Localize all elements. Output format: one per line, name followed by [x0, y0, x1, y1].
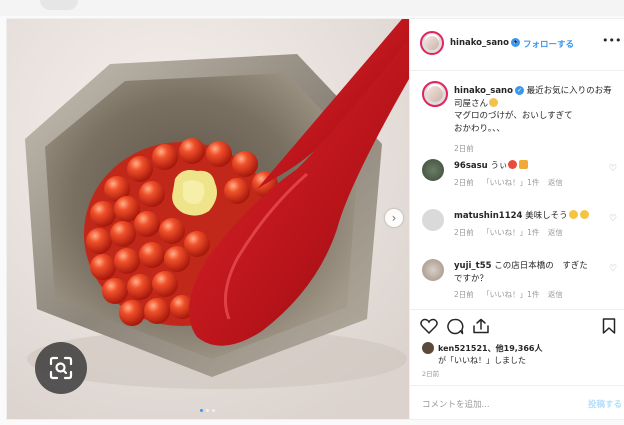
comment-meta: 2日前 「いいね！」1件 返信: [454, 289, 563, 300]
page: › hinako_sano ✓ • フォローする ••• hinako_sano ✓…: [0, 0, 624, 425]
comment-bubble-icon[interactable]: [446, 318, 464, 335]
visual-search-button[interactable]: [35, 342, 87, 394]
comment-avatar[interactable]: [422, 159, 444, 181]
reply-button[interactable]: 返信: [548, 290, 563, 299]
smile-emoji-icon: [579, 210, 589, 219]
comment-text: matushin1124 美味しそう: [454, 210, 604, 223]
comment-input[interactable]: コメントを追加...: [422, 398, 490, 410]
comment-body: うぃ: [490, 161, 508, 171]
comments-section: hinako_sano ✓ 最近お気に入りのお寿司屋さん マグロのづけが、おいしす…: [410, 71, 624, 309]
comment-username[interactable]: 96sasu: [454, 161, 488, 171]
comment-likes[interactable]: 「いいね！」1件: [482, 228, 539, 237]
comment-likes[interactable]: 「いいね！」1件: [482, 290, 539, 299]
author-username-text[interactable]: hinako_sano: [450, 38, 509, 48]
liker-avatar[interactable]: [422, 342, 434, 354]
post-comment-button[interactable]: 投稿する: [588, 398, 622, 410]
top-ghost-button[interactable]: [40, 0, 78, 10]
browser-top-strip: [0, 0, 624, 16]
next-image-chevron-icon[interactable]: ›: [385, 209, 403, 227]
comment-time[interactable]: 2日前: [454, 290, 474, 299]
more-dots-icon[interactable]: •••: [602, 34, 621, 47]
comment-text: yuji_t55 この店日本橋の すぎた ですか？: [454, 260, 604, 285]
like-heart-icon[interactable]: [420, 318, 438, 334]
likes-line2: が「いいね！」しました: [438, 356, 526, 365]
comment-text: 96sasu うぃ: [454, 160, 604, 173]
caption-avatar[interactable]: [422, 81, 448, 107]
comment-body: 美味しそう: [525, 211, 568, 221]
share-icon[interactable]: [472, 318, 490, 334]
bell-emoji-icon: [519, 160, 529, 169]
header-separator: •: [513, 38, 519, 48]
follow-button[interactable]: フォローする: [523, 38, 574, 50]
post-image[interactable]: ›: [7, 19, 409, 419]
comment-meta: 2日前 「いいね！」1件 返信: [454, 227, 563, 238]
comment-meta: 2日前 「いいね！」1件 返信: [454, 177, 563, 188]
post-side-panel: hinako_sano ✓ • フォローする ••• hinako_sano ✓ 最…: [409, 19, 624, 419]
comment-username[interactable]: matushin1124: [454, 211, 522, 221]
likes-count[interactable]: 、他19,366人: [488, 344, 543, 353]
liker-username[interactable]: ken521521: [438, 344, 488, 353]
caption: hinako_sano ✓ 最近お気に入りのお寿司屋さん マグロのづけが、おいしす…: [454, 85, 620, 135]
reply-button[interactable]: 返信: [548, 178, 563, 187]
carousel-dot: [200, 409, 203, 412]
carousel-dot: [212, 409, 215, 412]
likes-line1: ken521521、他19,366人: [438, 343, 543, 354]
caption-username[interactable]: hinako_sano: [454, 86, 513, 96]
comment-time[interactable]: 2日前: [454, 228, 474, 237]
author-avatar[interactable]: [420, 31, 444, 55]
carousel-dots: [200, 409, 215, 412]
verified-badge-icon: ✓: [514, 86, 524, 95]
caption-time[interactable]: 2日前: [454, 143, 474, 154]
heart-eyes-emoji-icon: [508, 160, 518, 169]
bookmark-icon[interactable]: [602, 318, 616, 334]
comment-like-heart-icon[interactable]: ♡: [609, 214, 617, 224]
instagram-post: › hinako_sano ✓ • フォローする ••• hinako_sano ✓…: [6, 18, 624, 420]
lens-search-icon: [49, 356, 73, 380]
comment-time[interactable]: 2日前: [454, 178, 474, 187]
sushi-emoji-icon: [489, 97, 499, 107]
comment-likes[interactable]: 「いいね！」1件: [482, 178, 539, 187]
comment-like-heart-icon[interactable]: ♡: [609, 264, 617, 274]
comment-avatar[interactable]: [422, 259, 444, 281]
carousel-dot: [206, 409, 209, 412]
comment-username[interactable]: yuji_t55: [454, 261, 492, 271]
smile-emoji-icon: [568, 210, 578, 219]
comment-like-heart-icon[interactable]: ♡: [609, 164, 617, 174]
action-bar: [410, 309, 624, 339]
caption-text-line3: おかわり。、、: [454, 123, 505, 134]
comment-avatar[interactable]: [422, 209, 444, 231]
reply-button[interactable]: 返信: [548, 228, 563, 237]
post-header: hinako_sano ✓ • フォローする •••: [410, 19, 624, 71]
caption-text-line2: マグロのづけが、おいしすぎて: [454, 111, 573, 121]
author-username[interactable]: hinako_sano ✓: [450, 38, 520, 48]
post-date[interactable]: 2日前: [422, 368, 439, 378]
add-comment-bar: コメントを追加... 投稿する: [410, 385, 624, 419]
